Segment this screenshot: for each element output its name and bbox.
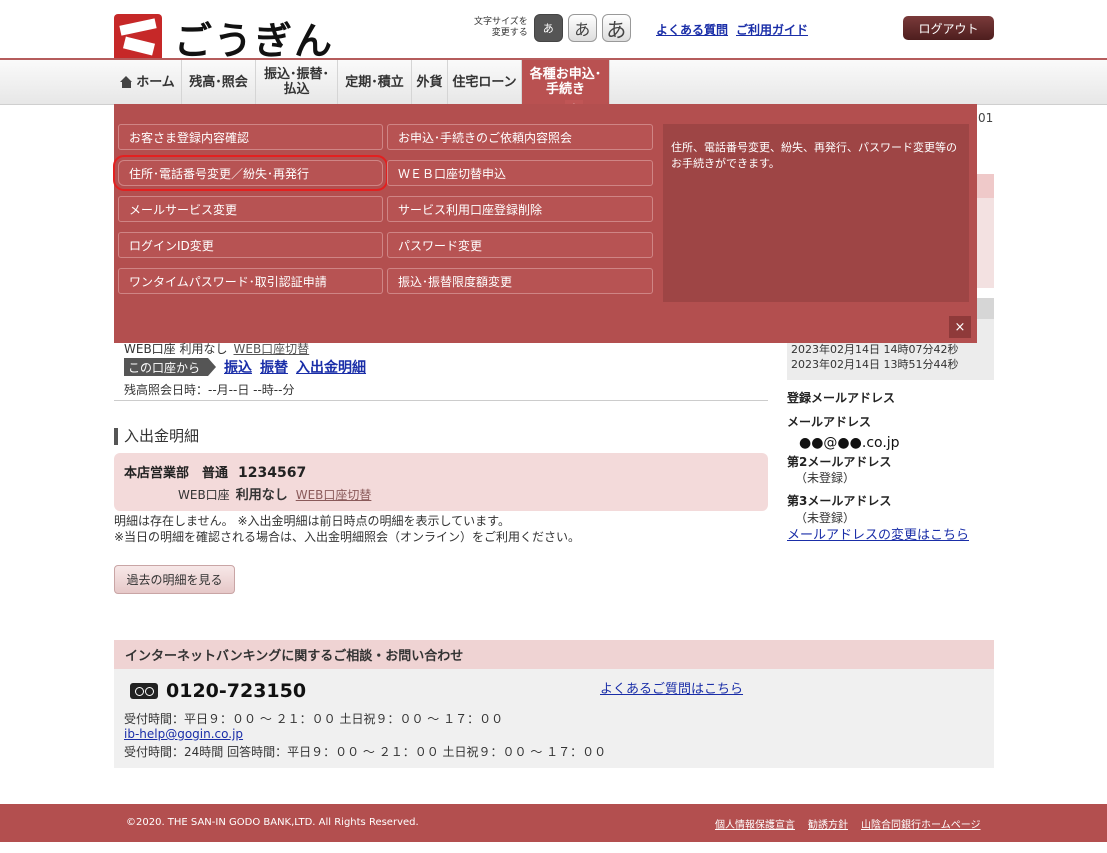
statement-link[interactable]: 入出金明細 xyxy=(296,357,366,377)
home-icon xyxy=(120,76,133,88)
nav-deposit[interactable]: 定期･積立 xyxy=(338,60,412,104)
nav-home[interactable]: ホーム xyxy=(114,60,182,104)
contact-faq-link[interactable]: よくあるご質問はこちら xyxy=(600,678,743,697)
web-switch-link[interactable]: WEB口座切替 xyxy=(234,342,310,356)
logout-button[interactable]: ログアウト xyxy=(903,16,994,40)
menu-login-id-change[interactable]: ログインID変更 xyxy=(118,232,383,258)
logo-text: ごうぎん xyxy=(174,19,335,63)
email-section-title: 登録メールアドレス xyxy=(787,391,896,405)
close-icon[interactable]: × xyxy=(949,316,971,338)
font-size-switcher: 文字サイズを 変更する あ あ あ xyxy=(474,14,636,42)
menu-description: 住所、電話番号変更、紛失、再発行、パスワード変更等のお手続きができます。 xyxy=(663,124,969,302)
email2-label: 第2メールアドレス xyxy=(787,455,892,469)
page: ごうぎん 文字サイズを 変更する あ あ あ よくある質問 ご利用ガイド ログア… xyxy=(0,0,1107,853)
statement-note: 明細は存在しません。 ※入出金明細は前日時点の明細を表示しています。 ※当日の明… xyxy=(114,514,581,544)
font-size-medium-button[interactable]: あ xyxy=(567,14,597,42)
account-box: 本店営業部 普通 1234567 WEB口座 利用なし WEB口座切替 xyxy=(114,453,768,511)
copyright: ©2020. THE SAN-IN GODO BANK,LTD. All Rig… xyxy=(126,817,419,828)
nav-applications[interactable]: 各種お申込･ 手続き xyxy=(522,60,610,104)
menu-account-delete[interactable]: サービス利用口座登録削除 xyxy=(387,196,653,222)
from-account-tag: この口座から xyxy=(124,358,217,376)
divider xyxy=(114,400,768,401)
footer: ©2020. THE SAN-IN GODO BANK,LTD. All Rig… xyxy=(0,804,1107,842)
email-change-link[interactable]: メールアドレスの変更はこちら xyxy=(787,524,969,543)
furikae-link[interactable]: 振替 xyxy=(260,357,288,377)
account-actions: この口座から 振込 振替 入出金明細 xyxy=(124,357,366,377)
login-history-item: 2023年02月14日 14時07分42秒 xyxy=(791,343,959,356)
menu-web-account-switch[interactable]: ＷＥＢ口座切替申込 xyxy=(387,160,653,186)
nav-housing-loan[interactable]: 住宅ローン xyxy=(448,60,522,104)
contact-section: インターネットバンキングに関するご相談・お問い合わせ 0120-723150 よ… xyxy=(114,640,994,768)
login-history-item: 2023年02月14日 13時51分44秒 xyxy=(791,358,959,371)
contact-header: インターネットバンキングに関するご相談・お問い合わせ xyxy=(114,640,994,669)
email3-label: 第3メールアドレス xyxy=(787,494,892,508)
bank-home-link[interactable]: 山陰合同銀行ホームページ xyxy=(861,816,981,831)
transfer-link[interactable]: 振込 xyxy=(224,357,252,377)
font-size-small-button[interactable]: あ xyxy=(533,14,563,42)
phone-row: 0120-723150 xyxy=(130,680,306,702)
bank-logo[interactable]: ごうぎん xyxy=(114,10,334,65)
account-number: 1234567 xyxy=(238,465,307,481)
section-title: 入出金明細 xyxy=(114,428,199,445)
nav-balance[interactable]: 残高･照会 xyxy=(182,60,256,104)
account-name: 本店営業部 普通 1234567 xyxy=(124,465,307,481)
menu-address-change[interactable]: 住所･電話番号変更／紛失･再発行 xyxy=(113,155,388,191)
faq-link[interactable]: よくある質問 xyxy=(656,21,728,38)
email-hours: 受付時間：24時間 回答時間：平日９：００ ～ ２１：００ 土日祝９：００ ～ … xyxy=(124,745,607,759)
menu-customer-info[interactable]: お客さま登録内容確認 xyxy=(118,124,383,150)
email2-value: （未登録） xyxy=(795,471,856,485)
web-switch-link[interactable]: WEB口座切替 xyxy=(296,488,372,502)
support-email-link[interactable]: ib-help@gogin.co.jp xyxy=(124,727,243,741)
privacy-link[interactable]: 個人情報保護宣言 xyxy=(715,816,795,831)
past-statements-button[interactable]: 過去の明細を見る xyxy=(114,565,235,594)
logo-mark-icon xyxy=(114,13,162,62)
menu-onetime-password[interactable]: ワンタイムパスワード･取引認証申請 xyxy=(118,268,383,294)
partial-date: 01 xyxy=(978,111,994,125)
balance-inquiry-time: 残高照会日時：--月--日 --時--分 xyxy=(124,383,295,397)
phone-number: 0120-723150 xyxy=(166,680,307,702)
guide-link[interactable]: ご利用ガイド xyxy=(736,21,808,38)
email-label: メールアドレス xyxy=(787,415,872,429)
account-web-row: WEB口座 利用なし WEB口座切替 xyxy=(178,488,372,503)
font-size-label: 文字サイズを 変更する xyxy=(474,17,528,38)
nav-transfer[interactable]: 振込･振替･ 払込 xyxy=(256,60,338,104)
login-history: 2023年02月14日 14時07分42秒 2023年02月14日 13時51分… xyxy=(791,342,958,372)
menu-mail-service[interactable]: メールサービス変更 xyxy=(118,196,383,222)
free-dial-icon xyxy=(130,683,158,699)
email-value: ●●@●●.co.jp xyxy=(799,435,900,451)
font-size-large-button[interactable]: あ xyxy=(601,14,631,42)
solicitation-policy-link[interactable]: 勧誘方針 xyxy=(808,816,848,831)
phone-hours: 受付時間：平日９：００ ～ ２１：００ 土日祝９：００ ～ １７：００ xyxy=(124,712,504,726)
menu-transfer-limit[interactable]: 振込･振替限度額変更 xyxy=(387,268,653,294)
menu-password-change[interactable]: パスワード変更 xyxy=(387,232,653,258)
menu-request-inquiry[interactable]: お申込･手続きのご依頼内容照会 xyxy=(387,124,653,150)
applications-dropdown-menu: お客さま登録内容確認 住所･電話番号変更／紛失･再発行 メールサービス変更 ログ… xyxy=(113,104,977,343)
main-nav: ホーム 残高･照会 振込･振替･ 払込 定期･積立 外貨 住宅ローン 各種お申込･… xyxy=(114,60,610,104)
nav-foreign-currency[interactable]: 外貨 xyxy=(412,60,448,104)
